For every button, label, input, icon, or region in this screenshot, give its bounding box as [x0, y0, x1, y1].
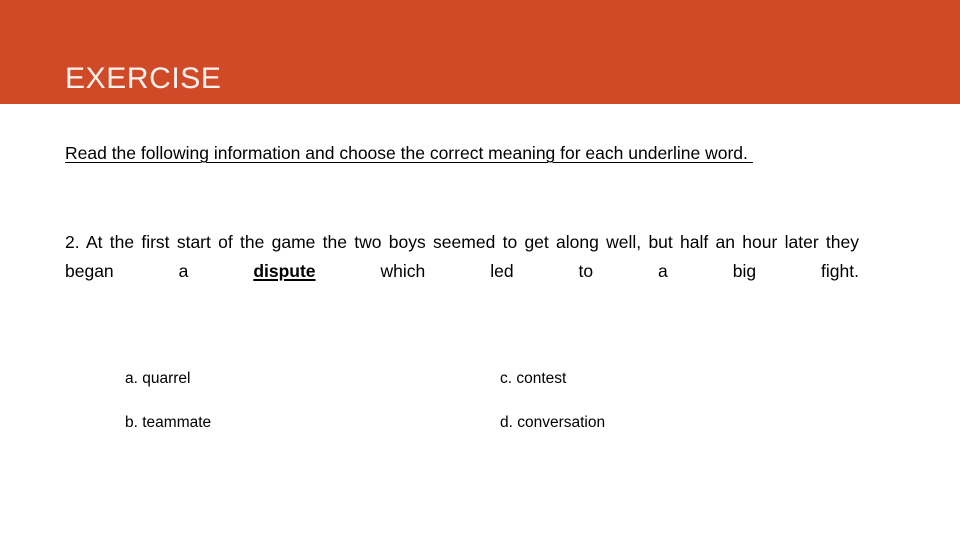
answer-option-c[interactable]: c. contest: [500, 368, 855, 390]
slide-header-band: EXERCISE: [0, 0, 960, 104]
page-title: EXERCISE: [65, 62, 222, 95]
slide-content: Read the following information and choos…: [65, 104, 859, 540]
answer-option-d[interactable]: d. conversation: [500, 412, 855, 434]
question-keyword: dispute: [253, 261, 316, 281]
question-number: 2.: [65, 232, 80, 252]
answer-options-row: a. quarrel c. contest: [125, 368, 855, 390]
slide: EXERCISE Read the following information …: [0, 0, 960, 540]
instruction-trailing-space: [748, 143, 753, 163]
answer-options: a. quarrel c. contest b. teammate d. con…: [125, 368, 855, 434]
instruction-body: Read the following information and choos…: [65, 143, 748, 163]
answer-option-b[interactable]: b. teammate: [125, 412, 500, 434]
question-clause-after: which led to a big fight.: [315, 261, 860, 281]
instruction-text: Read the following information and choos…: [65, 138, 845, 169]
answer-options-row: b. teammate d. conversation: [125, 412, 855, 434]
question-text: 2. At the first start of the game the tw…: [65, 228, 859, 315]
answer-option-a[interactable]: a. quarrel: [125, 368, 500, 390]
